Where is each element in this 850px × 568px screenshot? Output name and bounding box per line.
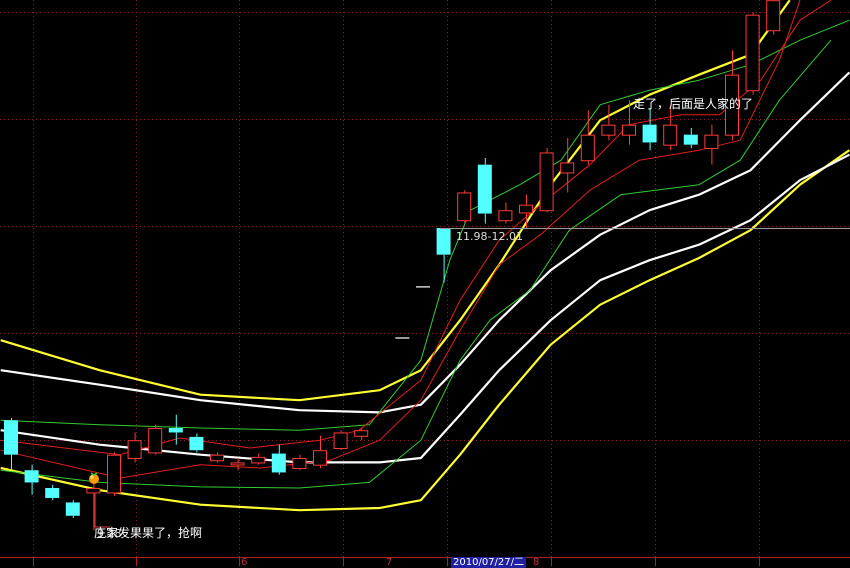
candle-body-up	[704, 134, 719, 150]
candle	[704, 124, 719, 165]
candle-body-up	[601, 124, 616, 136]
line-white-upper	[0, 71, 850, 414]
candle-body-up	[622, 124, 636, 136]
candle	[642, 108, 657, 151]
candle	[189, 433, 204, 453]
candle-body-up	[210, 454, 224, 462]
candle-body-up	[107, 454, 121, 494]
x-tick-label: 6	[241, 557, 248, 568]
candles	[4, 0, 781, 531]
candle-body-down	[24, 470, 39, 483]
candle	[436, 228, 451, 283]
candle-body-down	[4, 420, 18, 455]
candle-body-up	[251, 456, 266, 464]
candle-body-up	[148, 428, 163, 454]
sell-annotation: 走了，后面是人家的了	[633, 97, 754, 111]
candle-body-up	[745, 14, 760, 92]
candle-body-up	[519, 204, 533, 214]
candle-body-down	[168, 428, 183, 433]
candle-body-up	[663, 124, 678, 146]
candle-body-down	[642, 124, 657, 143]
fruit-icon	[89, 472, 99, 484]
candle	[766, 0, 781, 35]
candle	[292, 454, 307, 471]
candle-body-up	[766, 0, 781, 32]
candle-body-up	[230, 462, 245, 466]
candle-body-up	[127, 440, 142, 460]
line-red-upper	[0, 0, 832, 456]
candle	[354, 428, 369, 441]
line-yellow-upper	[0, 0, 791, 402]
candle	[333, 430, 348, 451]
candle-body-down	[436, 228, 451, 255]
candle-body-up	[313, 450, 327, 466]
candle	[107, 452, 121, 496]
candle	[24, 464, 39, 495]
candle	[560, 138, 575, 193]
indicator-lines	[0, 0, 850, 512]
candle-body-down	[65, 502, 80, 516]
candle-body-up	[498, 210, 513, 222]
line-white-lower	[0, 153, 850, 464]
x-tick-date-cursor: 2010/07/27/二	[451, 557, 527, 568]
crosshair-range-label: 11.98-12.01	[456, 230, 523, 243]
candle	[65, 500, 80, 518]
candle	[477, 158, 492, 224]
candle	[498, 202, 513, 224]
line-red-lower	[0, 0, 801, 479]
low-marker	[94, 493, 110, 528]
candle	[148, 424, 163, 455]
x-tick-label: 7	[386, 557, 393, 568]
candle	[519, 194, 533, 228]
candle	[457, 190, 472, 223]
candle-body-up	[560, 162, 575, 174]
candlestick-chart[interactable]	[0, 0, 850, 566]
candle-body-down	[271, 453, 286, 473]
candle-body-up	[457, 192, 472, 222]
candle	[251, 453, 266, 465]
candle-body-up	[86, 488, 101, 494]
candle	[580, 110, 595, 165]
candle-body-up	[580, 134, 595, 162]
candle	[86, 478, 101, 531]
candle-body-down	[477, 164, 492, 214]
candle	[745, 12, 760, 95]
candle-body-up	[333, 432, 348, 450]
candle-body-down	[45, 488, 60, 498]
candle	[127, 432, 142, 463]
candle-body-down	[189, 436, 204, 451]
candle	[271, 444, 286, 475]
line-green-upper	[0, 19, 850, 431]
candle	[601, 104, 616, 141]
candle-body-up	[354, 430, 369, 437]
candle	[210, 452, 224, 463]
x-tick-label: 8	[533, 557, 540, 568]
candle-body-up	[539, 152, 554, 212]
buy-annotation: 庄家发果果了，抢啊	[94, 526, 203, 540]
candle-body-up	[292, 458, 307, 469]
candle-body-down	[683, 134, 698, 145]
candle	[45, 484, 60, 501]
candle	[230, 458, 245, 471]
candle	[4, 418, 18, 471]
candle	[539, 148, 554, 213]
candle	[683, 128, 698, 148]
grid-lines	[0, 0, 850, 566]
